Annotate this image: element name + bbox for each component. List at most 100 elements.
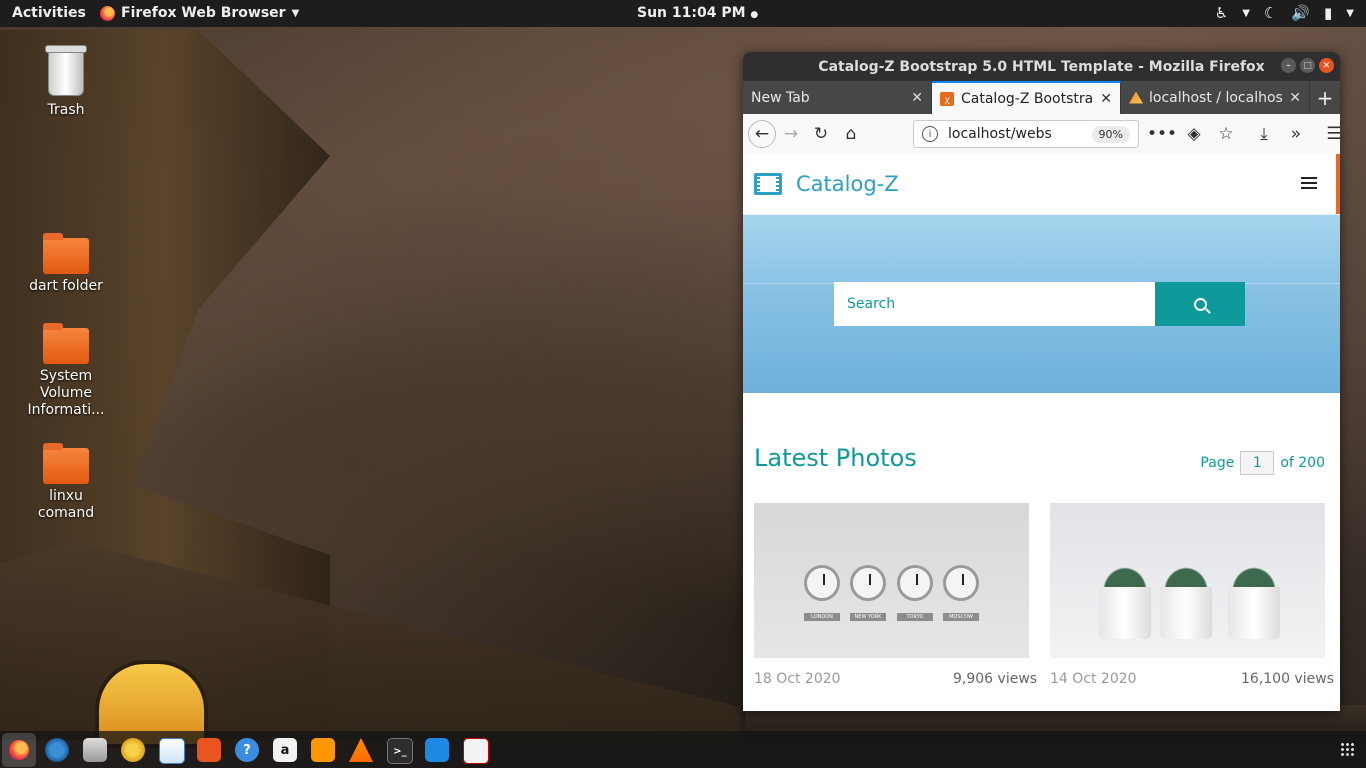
minimize-button[interactable]: – <box>1281 58 1296 73</box>
photo-thumbnail-plants[interactable] <box>1050 503 1325 658</box>
xampp-favicon-icon: ꭓ <box>940 91 954 106</box>
section-title: Latest Photos <box>754 444 917 472</box>
desktop-icon-linxu-comand[interactable]: linxu comand <box>21 443 111 522</box>
maximize-button[interactable]: □ <box>1300 58 1315 73</box>
vlc-icon[interactable] <box>349 738 373 762</box>
chevron-down-icon: ▼ <box>1346 7 1354 19</box>
top-bar: Activities Firefox Web Browser ▼ Sun 11:… <box>0 0 1366 27</box>
app-menu[interactable]: Firefox Web Browser ▼ <box>100 5 299 21</box>
forward-button[interactable]: → <box>776 119 806 149</box>
home-button[interactable]: ⌂ <box>836 119 866 149</box>
dock: ? a >_ <box>0 731 1366 768</box>
bookmark-star-icon[interactable]: ☆ <box>1211 119 1241 149</box>
pager-prefix: Page <box>1200 455 1235 471</box>
desktop-icon-trash[interactable]: Trash <box>21 45 111 119</box>
clock-label: LONDON <box>804 613 840 621</box>
desktop-icon-label: System Volume Informati... <box>27 368 105 418</box>
photo-thumbnail-clocks[interactable]: LONDON NEW YORK TOKYO MOSCOW <box>754 503 1029 658</box>
pocket-icon[interactable]: ◈ <box>1179 119 1209 149</box>
site-navbar: Catalog-Z <box>743 154 1340 215</box>
wall-clock-icon <box>804 565 840 601</box>
thunderbird-icon[interactable] <box>45 738 69 762</box>
show-applications-icon[interactable] <box>1340 742 1354 756</box>
site-brand[interactable]: Catalog-Z <box>796 172 899 196</box>
tab-new-tab[interactable]: New Tab ✕ <box>743 81 932 114</box>
url-bar[interactable]: i localhost/webs 90% <box>913 120 1139 148</box>
volume-icon[interactable]: 🔊 <box>1291 4 1310 22</box>
tab-localhost[interactable]: localhost / localhos ✕ <box>1121 81 1310 114</box>
firefox-window: Catalog-Z Bootstrap 5.0 HTML Template - … <box>743 52 1340 711</box>
web-page: Catalog-Z Latest Photos Page of 200 <box>743 154 1340 711</box>
tab-strip: New Tab ✕ ꭓ Catalog-Z Bootstra ✕ localho… <box>743 81 1340 114</box>
amazon-icon[interactable]: a <box>273 738 297 762</box>
terminal-icon[interactable]: >_ <box>387 738 413 764</box>
chevron-down-icon: ▼ <box>1242 7 1250 19</box>
close-tab-icon[interactable]: ✕ <box>1100 91 1112 107</box>
pagination: Page of 200 <box>1200 451 1325 475</box>
film-icon[interactable] <box>754 173 782 195</box>
help-icon[interactable]: ? <box>235 738 259 762</box>
system-tray[interactable]: ♿ ▼ ☾ 🔊 ▮ ▼ <box>1215 4 1354 22</box>
downloads-icon[interactable]: ⤓ <box>1249 119 1279 149</box>
sublime-text-icon[interactable] <box>311 738 335 762</box>
new-tab-button[interactable]: + <box>1310 81 1340 114</box>
window-titlebar[interactable]: Catalog-Z Bootstrap 5.0 HTML Template - … <box>743 52 1340 81</box>
overflow-chevron-icon[interactable]: » <box>1281 119 1311 149</box>
clock-label: MOSCOW <box>943 613 979 621</box>
search-form <box>834 282 1245 326</box>
folder-icon <box>43 443 89 484</box>
url-text: localhost/webs <box>948 126 1052 142</box>
files-icon[interactable] <box>83 738 107 762</box>
tab-title: localhost / localhos <box>1149 89 1283 106</box>
pager-suffix: of 200 <box>1280 455 1325 471</box>
site-menu-toggle-icon[interactable] <box>1301 177 1317 189</box>
screenshot-icon[interactable] <box>463 738 489 764</box>
desktop-icon-label: linxu comand <box>37 488 95 521</box>
hamburger-menu-icon[interactable]: ☰ <box>1319 119 1340 149</box>
libreoffice-writer-icon[interactable] <box>159 738 185 764</box>
battery-icon[interactable]: ▮ <box>1324 4 1332 22</box>
zoom-indicator[interactable]: 90% <box>1091 125 1130 143</box>
night-light-icon[interactable]: ☾ <box>1264 4 1277 22</box>
phpmyadmin-favicon-icon <box>1129 91 1143 104</box>
clock-text: Sun 11:04 PM <box>637 5 746 21</box>
page-actions-icon[interactable]: ••• <box>1147 119 1177 149</box>
firefox-icon <box>100 5 115 21</box>
desktop-icon-dart-folder[interactable]: dart folder <box>21 233 111 295</box>
close-window-button[interactable]: ✕ <box>1319 58 1334 73</box>
site-info-icon[interactable]: i <box>922 126 938 142</box>
chevron-down-icon: ▼ <box>291 7 300 19</box>
page-number-input[interactable] <box>1240 451 1275 475</box>
firefox-icon <box>9 740 29 760</box>
folder-icon <box>43 233 89 274</box>
photo-date: 14 Oct 2020 <box>1050 671 1137 687</box>
search-button[interactable] <box>1155 282 1245 326</box>
search-icon <box>1193 297 1207 311</box>
scrollbar-thumb[interactable] <box>1336 154 1340 214</box>
clock[interactable]: Sun 11:04 PM ● <box>637 5 758 21</box>
vscode-icon[interactable] <box>425 738 449 762</box>
wall-clock-icon <box>943 565 979 601</box>
photo-views: 16,100 views <box>1241 671 1334 687</box>
accessibility-icon[interactable]: ♿ <box>1215 4 1228 22</box>
dock-firefox[interactable] <box>2 733 36 767</box>
pot-icon <box>1099 587 1151 639</box>
tab-catalog-z[interactable]: ꭓ Catalog-Z Bootstra ✕ <box>932 81 1121 114</box>
activities-button[interactable]: Activities <box>12 5 86 21</box>
close-tab-icon[interactable]: ✕ <box>1289 90 1301 106</box>
photo-date: 18 Oct 2020 <box>754 671 841 687</box>
desktop-icon-system-volume[interactable]: System Volume Informati... <box>21 323 111 419</box>
pot-icon <box>1160 587 1212 639</box>
window-title: Catalog-Z Bootstrap 5.0 HTML Template - … <box>818 58 1265 75</box>
photo-views: 9,906 views <box>953 671 1038 687</box>
software-center-icon[interactable] <box>197 738 221 762</box>
search-input[interactable] <box>834 282 1155 326</box>
close-tab-icon[interactable]: ✕ <box>911 90 923 106</box>
reload-button[interactable]: ↻ <box>806 119 836 149</box>
wall-clock-icon <box>897 565 933 601</box>
rhythmbox-icon[interactable] <box>121 738 145 762</box>
tab-title: New Tab <box>751 89 810 106</box>
clock-label: TOKYO <box>897 613 933 621</box>
wall-clock-icon <box>850 565 886 601</box>
back-button[interactable]: ← <box>748 120 776 148</box>
